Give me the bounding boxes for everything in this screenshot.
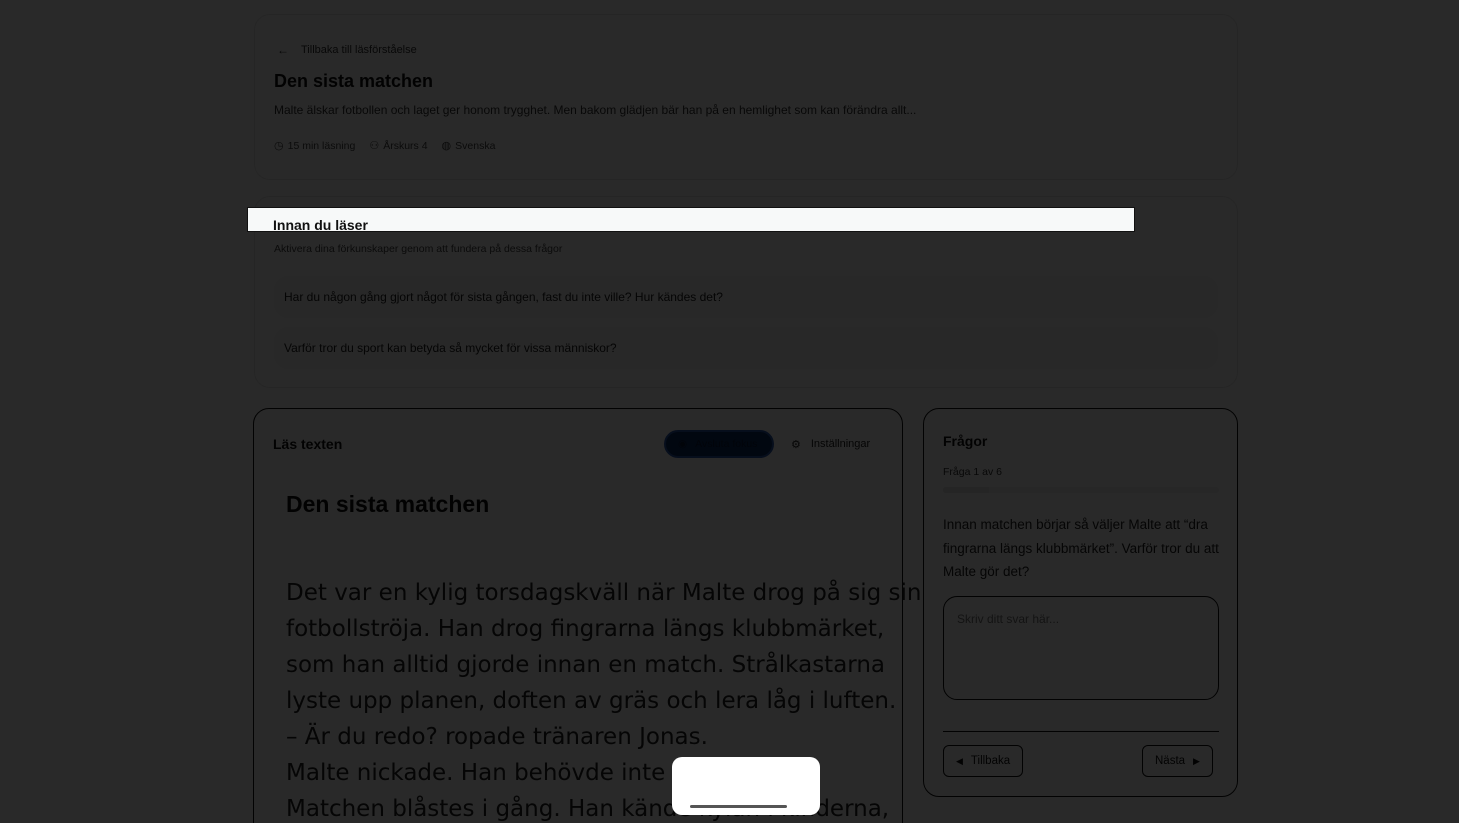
spotlight-title: Innan du läser (273, 217, 368, 232)
eye-icon: ◉ (678, 438, 688, 450)
exit-focus-button[interactable]: ◉ Avsluta fokus (664, 430, 774, 458)
story-header-card: ← Tillbaka till läsförståelse Den sista … (254, 14, 1238, 180)
spotlight-band: Innan du läser (247, 207, 1135, 232)
pre-reading-question: Varför tror du sport kan betyda så mycke… (274, 327, 1218, 369)
questions-title: Frågor (943, 433, 988, 449)
back-link[interactable]: ← Tillbaka till läsförståelse (275, 43, 417, 57)
meta-duration: ◷ 15 min läsning (274, 139, 356, 153)
reading-heading: Läs texten (273, 436, 343, 452)
text-line: – Är du redo? ropade tränaren Jonas. (286, 724, 708, 750)
questions-card: Frågor Fråga 1 av 6 Innan matchen börjar… (923, 408, 1238, 797)
gear-icon: ⚙ (791, 438, 801, 451)
text-line: lyste upp planen, doften av gräs och ler… (286, 688, 897, 714)
story-description: Malte älskar fotbollen och laget ger hon… (274, 103, 917, 117)
next-button[interactable]: Nästa ▶ (1142, 745, 1213, 777)
pre-reading-question: Har du någon gång gjort något för sista … (274, 276, 1218, 318)
question-text: Innan matchen börjar så väljer Malte att… (943, 517, 1219, 579)
globe-icon: ◍ (441, 140, 452, 152)
story-title: Den sista matchen (274, 71, 434, 91)
bottom-popup[interactable] (672, 757, 820, 815)
meta-grade: ⚇ Årskurs 4 (369, 139, 428, 153)
caret-left-icon: ◀ (956, 755, 963, 766)
divider (943, 731, 1219, 732)
pre-reading-subtitle: Aktivera dina förkunskaper genom att fun… (274, 243, 563, 255)
text-line: som han alltid gjorde innan en match. St… (286, 652, 886, 678)
arrow-left-icon: ← (277, 43, 289, 57)
answer-input[interactable] (943, 596, 1219, 700)
caret-right-icon: ▶ (1193, 755, 1200, 766)
text-line: Det var en kylig torsdagskväll när Malte… (286, 580, 922, 606)
previous-button[interactable]: ◀ Tillbaka (943, 745, 1024, 777)
meta-language: ◍ Svenska (441, 139, 496, 153)
settings-button[interactable]: ⚙ Inställningar (791, 430, 870, 458)
progress-fill (943, 487, 989, 493)
clock-icon: ◷ (274, 140, 284, 152)
user-icon: ⚇ (369, 140, 380, 152)
drag-handle[interactable] (690, 805, 787, 808)
progress-bar (943, 487, 1219, 493)
back-link-label: Tillbaka till läsförståelse (301, 44, 417, 56)
text-line: fotbollströja. Han drog fingrarna längs … (286, 616, 885, 642)
question-counter: Fråga 1 av 6 (943, 466, 1002, 478)
text-title: Den sista matchen (286, 491, 490, 517)
story-meta: ◷ 15 min läsning ⚇ Årskurs 4 ◍ Svenska (274, 139, 496, 153)
